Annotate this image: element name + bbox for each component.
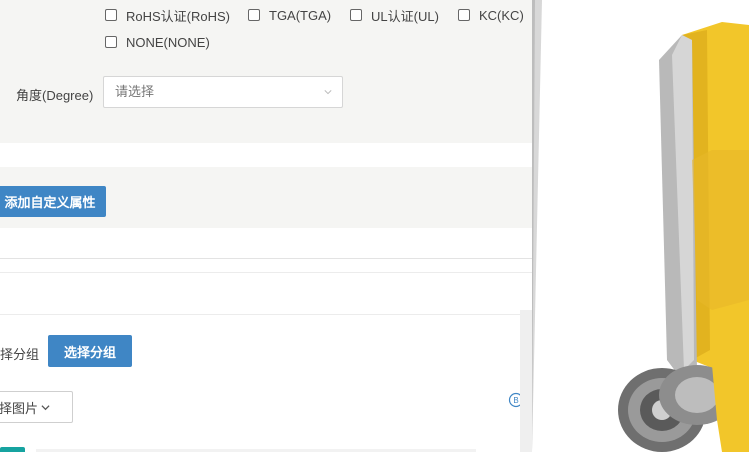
select-group-label: 选择分组 xyxy=(63,344,116,360)
select-group-button[interactable]: 选择分组 xyxy=(48,335,132,367)
checkbox-kc[interactable]: KC(KC) xyxy=(458,6,524,24)
checkbox-label: TGA(TGA) xyxy=(269,7,332,23)
checkbox-rohs[interactable]: RoHS认证(RoHS) xyxy=(105,6,230,24)
product-image-preview xyxy=(532,0,749,452)
chevron-down-icon xyxy=(324,90,332,95)
svg-text:B: B xyxy=(513,396,518,405)
divider xyxy=(0,258,532,259)
add-custom-attribute-label: 添加自定义属性 xyxy=(4,195,96,210)
checkbox-box[interactable] xyxy=(458,9,470,21)
status-tag xyxy=(0,447,25,452)
checkbox-box[interactable] xyxy=(248,9,260,21)
angle-select-placeholder: 请选择 xyxy=(115,84,155,99)
chevron-down-icon xyxy=(41,404,50,410)
select-image-button[interactable]: 择图片 xyxy=(0,391,73,423)
checkbox-box[interactable] xyxy=(350,9,362,21)
overlay-edge xyxy=(520,310,532,452)
checkbox-none[interactable]: NONE(NONE) xyxy=(105,33,210,51)
section-gap xyxy=(0,143,532,167)
angle-select[interactable]: 请选择 xyxy=(103,76,343,108)
add-custom-attribute-button[interactable]: 添加自定义属性 xyxy=(0,186,106,217)
checkbox-tga[interactable]: TGA(TGA) xyxy=(248,6,331,24)
checkbox-label: RoHS认证(RoHS) xyxy=(126,8,231,24)
divider xyxy=(0,272,532,273)
group-label: 择分组 xyxy=(0,347,40,362)
select-image-label: 择图片 xyxy=(0,400,39,416)
checkbox-label: KC(KC) xyxy=(479,7,524,23)
router-bit-image xyxy=(532,0,749,452)
checkbox-label: NONE(NONE) xyxy=(126,34,210,50)
checkbox-box[interactable] xyxy=(105,36,117,48)
divider xyxy=(0,314,532,315)
checkbox-box[interactable] xyxy=(105,9,117,21)
angle-label: 角度(Degree) xyxy=(16,88,94,103)
checkbox-label: UL认证(UL) xyxy=(371,8,439,24)
checkbox-ul[interactable]: UL认证(UL) xyxy=(350,6,439,24)
product-form-panel: RoHS认证(RoHS) TGA(TGA) UL认证(UL) KC(KC) NO… xyxy=(0,0,532,452)
